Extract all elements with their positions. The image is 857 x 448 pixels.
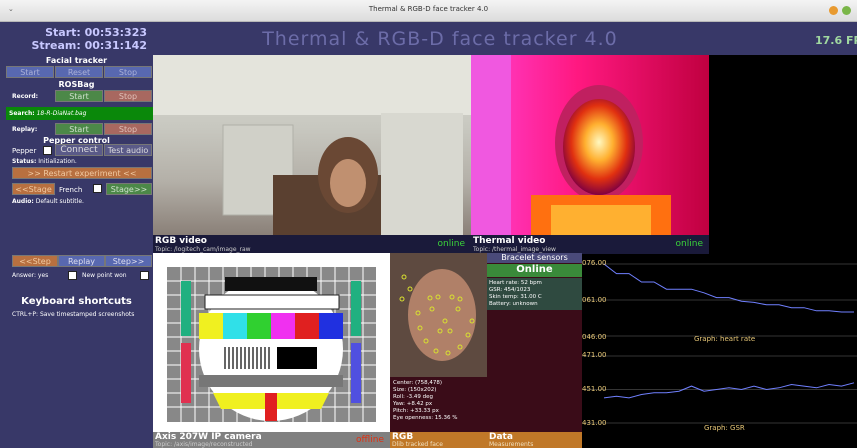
rgb-video-title: RGB video: [155, 236, 207, 246]
app-header: Start: 00:53:323 Stream: 00:31:142 Therm…: [0, 22, 857, 55]
hr-graph-title: Graph: heart rate: [694, 335, 756, 343]
bracelet-readings: Heart rate: 52 bpm GSR: 454/1023 Skin te…: [487, 278, 582, 310]
ip-camera-topic: Topic: /axis/image/reconstructed: [155, 441, 253, 448]
face-metrics-panel: Center: (758,478) Size: (150x202) Roll: …: [390, 377, 487, 432]
app-title: Thermal & RGB-D face tracker 4.0: [262, 28, 618, 50]
data-label: Data Measurements: [487, 432, 582, 448]
new-point-label: New point won: [82, 272, 127, 279]
hr-tick-mid: 061.00: [582, 296, 607, 304]
gsr-tick-mid: 451.00: [582, 385, 607, 393]
record-start-button[interactable]: Start: [55, 90, 103, 102]
face-center: Center: (758,478): [393, 380, 443, 386]
thermal-video-status: online: [675, 239, 703, 249]
graph-series-line: [603, 382, 855, 399]
battery-reading: Battery: unknown: [489, 301, 538, 307]
ip-camera-status: offline: [356, 435, 384, 445]
thermal-video-image: [471, 55, 709, 235]
tracker-stop-button[interactable]: Stop: [104, 66, 152, 78]
heart-rate-plot: [582, 263, 857, 337]
step-replay-button[interactable]: Replay: [58, 255, 105, 267]
thermal-video-feed: [471, 55, 709, 235]
bracelet-status: Online: [487, 264, 582, 277]
stream-timer: Stream: 00:31:142: [31, 39, 147, 52]
new-point-checkbox[interactable]: [140, 271, 149, 280]
tracker-reset-button[interactable]: Reset: [55, 66, 103, 78]
ip-camera-label: Axis 207W IP camera Topic: /axis/image/r…: [153, 432, 390, 448]
stage-next-button[interactable]: Stage>>: [106, 183, 152, 195]
rgb-face-subtitle: Dlib tracked face: [392, 441, 443, 448]
control-sidebar: Facial tracker Start Reset Stop ROSBag R…: [0, 55, 153, 448]
heart-rate-reading: Heart rate: 52 bpm: [489, 280, 542, 286]
face-roll: Roll: -3.49 deg: [393, 394, 433, 400]
maximize-icon[interactable]: [842, 6, 851, 15]
thermal-video-label: Thermal video Topic: /thermal_image_view…: [471, 235, 709, 254]
step-prev-button[interactable]: <<Step: [12, 255, 58, 267]
rosbag-title: ROSBag: [58, 80, 95, 89]
rgb-video-image: [153, 55, 471, 235]
gsr-graph: 471.00 451.00 431.00 Graph: GSR: [582, 347, 857, 433]
pepper-status: Status: Initialization.: [12, 158, 77, 165]
window-title: Thermal & RGB-D face tracker 4.0: [368, 5, 489, 13]
language-label: French: [59, 186, 83, 194]
fps-readout: 17.6 FP: [815, 34, 857, 47]
hr-tick-top: 076.00: [582, 259, 607, 267]
gsr-graph-title: Graph: GSR: [704, 424, 745, 432]
rgb-video-status: online: [437, 239, 465, 249]
restart-experiment-button[interactable]: >> Restart experiment <<: [12, 167, 152, 179]
rosbag-search-field[interactable]: Search: 18-R-DiaNat.bag: [6, 107, 153, 120]
bracelet-sensors-panel: Bracelet sensors Online Heart rate: 52 b…: [487, 253, 582, 448]
keyboard-shortcuts-title: Keyboard shortcuts: [21, 296, 132, 307]
face-landmarks-image: [390, 253, 487, 377]
language-checkbox[interactable]: [93, 184, 102, 193]
graph-series-line: [603, 263, 854, 313]
ip-camera-feed: [153, 253, 390, 432]
replay-label: Replay:: [12, 126, 38, 133]
record-label: Record:: [12, 93, 39, 100]
thermal-video-topic: Topic: /thermal_image_view: [473, 246, 556, 253]
audio-status: Audio: Default subtitle.: [12, 198, 84, 205]
test-audio-button[interactable]: Test audio: [104, 144, 152, 156]
bracelet-title: Bracelet sensors: [487, 253, 582, 263]
screenshot-shortcut: CTRL+P: Save timestamped screenshots: [12, 311, 135, 318]
face-size: Size: (150x202): [393, 387, 437, 393]
rgb-video-label: RGB video Topic: /logitech_cam/image_raw…: [153, 235, 471, 254]
test-card-image: [153, 253, 390, 432]
search-value: 18-R-DiaNat.bag: [36, 110, 87, 117]
skin-temp-reading: Skin temp: 31.00 C: [489, 294, 542, 300]
pepper-checkbox[interactable]: [43, 146, 52, 155]
replay-stop-button[interactable]: Stop: [104, 123, 152, 135]
facial-tracker-title: Facial tracker: [45, 56, 108, 65]
tracker-start-button[interactable]: Start: [6, 66, 54, 78]
stage-prev-button[interactable]: <<Stage: [12, 183, 55, 195]
gsr-reading: GSR: 454/1023: [489, 287, 531, 293]
connect-button[interactable]: Connect: [55, 144, 103, 156]
eye-openness: Eye openness: 15.36 %: [393, 415, 458, 421]
rgb-face-label: RGB Dlib tracked face: [390, 432, 487, 448]
step-next-button[interactable]: Step>>: [105, 255, 152, 267]
data-subtitle: Measurements: [489, 441, 534, 448]
record-stop-button[interactable]: Stop: [104, 90, 152, 102]
heart-rate-graph: 076.00 061.00 046.00 Graph: heart rate: [582, 256, 857, 344]
gsr-plot: [582, 355, 857, 424]
window-titlebar: ⌄ Thermal & RGB-D face tracker 4.0: [0, 0, 857, 22]
minimize-icon[interactable]: [829, 6, 838, 15]
answer-label: Answer: yes: [12, 272, 49, 279]
rgb-video-feed: [153, 55, 471, 235]
rgb-face-crop: [390, 253, 487, 377]
thermal-video-title: Thermal video: [473, 236, 546, 246]
start-timer: Start: 00:53:323: [45, 26, 147, 39]
pepper-label: Pepper: [12, 147, 37, 155]
gsr-tick-bottom: 431.00: [582, 419, 607, 427]
hr-tick-bottom: 046.00: [582, 333, 607, 341]
rgb-video-topic: Topic: /logitech_cam/image_raw: [155, 246, 251, 253]
replay-start-button[interactable]: Start: [55, 123, 103, 135]
search-label: Search:: [9, 110, 35, 117]
face-pitch: Pitch: +33.33 px: [393, 408, 439, 414]
gsr-tick-top: 471.00: [582, 351, 607, 359]
face-yaw: Yaw: +8.42 px: [393, 401, 433, 407]
answer-checkbox[interactable]: [68, 271, 77, 280]
